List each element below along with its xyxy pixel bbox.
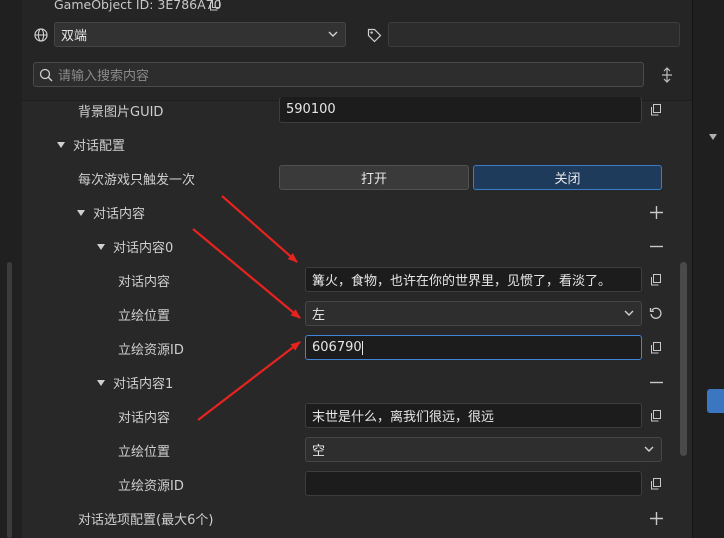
item1-pos-value: 空 <box>312 444 326 459</box>
right-panel-edge <box>692 0 724 538</box>
copy-icon[interactable] <box>649 341 663 355</box>
chevron-down-icon <box>327 28 339 40</box>
minus-icon[interactable] <box>649 375 663 389</box>
options-label: 对话选项配置(最大6个) <box>78 513 214 528</box>
item0-pos-label: 立绘位置 <box>118 309 171 324</box>
expand-triangle-icon[interactable] <box>97 380 105 386</box>
reset-icon[interactable] <box>648 306 664 322</box>
copy-icon[interactable] <box>208 0 222 12</box>
expand-triangle-icon[interactable] <box>97 244 105 250</box>
item0-pos-select[interactable]: 左 <box>305 301 642 326</box>
item0-res-value: 606790 <box>312 340 362 355</box>
search-placeholder: 请输入搜索内容 <box>58 69 150 84</box>
copy-icon[interactable] <box>649 103 663 117</box>
item1-pos-label: 立绘位置 <box>118 445 171 460</box>
item0-pos-value: 左 <box>312 308 326 323</box>
bg-guid-label: 背景图片GUID <box>78 105 164 120</box>
item1-content-value: 末世是什么，离我们很远，很远 <box>312 410 495 425</box>
plus-icon[interactable] <box>649 205 663 219</box>
toggle-off-button[interactable]: 关闭 <box>473 165 662 190</box>
left-panel-edge <box>0 0 23 538</box>
copy-icon[interactable] <box>649 477 663 491</box>
item0-content-input[interactable]: 篝火，食物，也许在你的世界里，见惯了，看淡了。 <box>305 267 642 292</box>
toggle-on-button[interactable]: 打开 <box>279 165 469 190</box>
bg-guid-input[interactable]: 590100 <box>279 97 642 123</box>
item1-pos-select[interactable]: 空 <box>305 437 662 462</box>
globe-icon <box>33 27 49 43</box>
left-scrollbar[interactable] <box>7 262 12 538</box>
item1-content-input[interactable]: 末世是什么，离我们很远，很远 <box>305 403 642 428</box>
expand-triangle-icon[interactable] <box>57 142 65 148</box>
collapse-arrow-icon[interactable] <box>709 134 717 140</box>
dialog-config-label: 对话配置 <box>73 139 126 154</box>
platform-select[interactable]: 双端 <box>54 22 346 47</box>
tag-input[interactable] <box>388 22 680 47</box>
tag-icon <box>366 27 382 43</box>
item0-content-value: 篝火，食物，也许在你的世界里，见惯了，看淡了。 <box>312 274 612 289</box>
chevron-down-icon <box>643 443 655 455</box>
item0-content-label: 对话内容 <box>118 275 171 290</box>
chevron-down-icon <box>623 307 635 319</box>
item0-res-input[interactable]: 606790 <box>305 335 642 360</box>
dialog-list-label: 对话内容 <box>93 207 146 222</box>
minus-icon[interactable] <box>649 239 663 253</box>
copy-icon[interactable] <box>649 273 663 287</box>
plus-icon[interactable] <box>649 511 663 525</box>
item1-res-input[interactable] <box>305 471 642 496</box>
platform-select-value: 双端 <box>61 29 88 44</box>
bg-guid-value: 590100 <box>286 102 336 117</box>
gameobject-id: GameObject ID: 3E786A70 <box>54 0 222 12</box>
item1-content-label: 对话内容 <box>118 411 171 426</box>
search-input[interactable]: 请输入搜索内容 <box>33 62 644 87</box>
drag-handle-icon[interactable] <box>659 66 675 84</box>
trigger-once-label: 每次游戏只触发一次 <box>78 173 196 188</box>
expand-triangle-icon[interactable] <box>77 210 85 216</box>
copy-icon[interactable] <box>649 409 663 423</box>
dialog-item0-label: 对话内容0 <box>113 241 174 256</box>
inspector-scrollbar[interactable] <box>680 262 687 456</box>
gameobject-id-label: GameObject ID: <box>54 0 154 12</box>
item1-res-label: 立绘资源ID <box>118 479 184 494</box>
item0-res-label: 立绘资源ID <box>118 343 184 358</box>
dialog-item1-label: 对话内容1 <box>113 377 174 392</box>
search-icon <box>39 68 53 82</box>
side-tab[interactable] <box>707 389 724 413</box>
text-caret <box>361 340 363 355</box>
